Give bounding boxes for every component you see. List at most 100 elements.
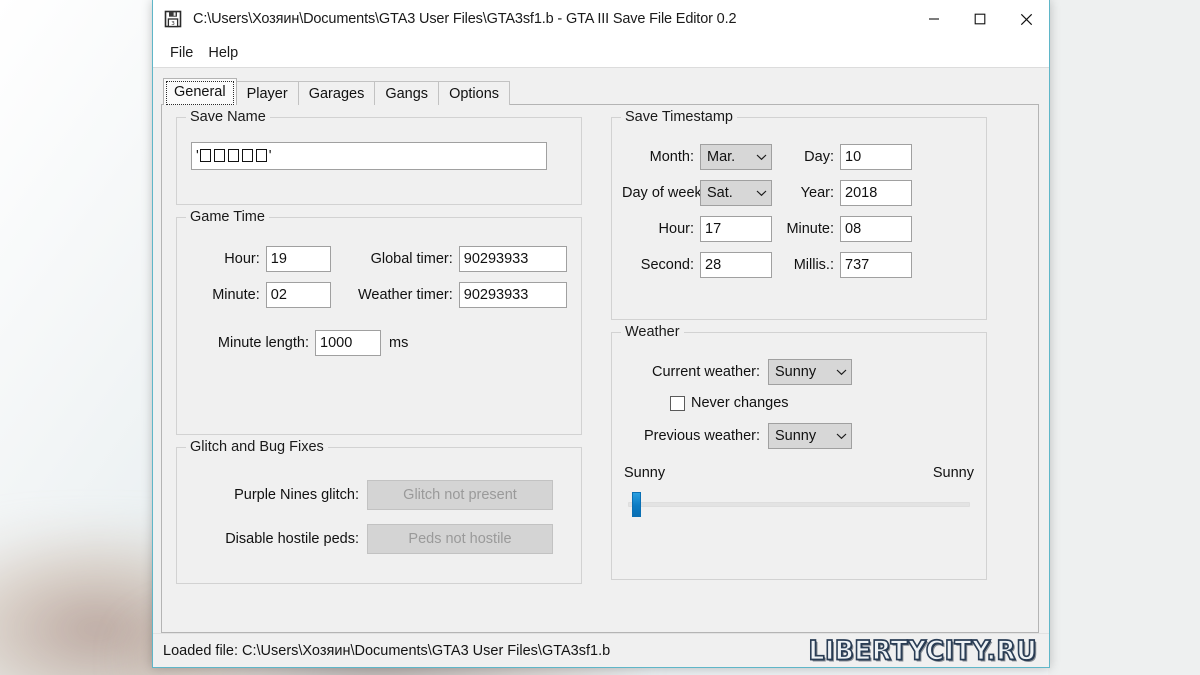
desktop-background-right <box>1048 0 1200 675</box>
tab-options[interactable]: Options <box>438 81 510 105</box>
tab-general[interactable]: General <box>163 78 237 105</box>
minute-length-input[interactable]: 1000 <box>315 330 381 356</box>
group-game-time-legend: Game Time <box>186 209 269 225</box>
current-weather-label: Current weather: <box>624 364 760 380</box>
window-title: C:\Users\Хозяин\Documents\GTA3 User File… <box>193 11 736 27</box>
day-input[interactable]: 10 <box>840 144 912 170</box>
second-input[interactable]: 28 <box>700 252 772 278</box>
group-weather-legend: Weather <box>621 324 684 340</box>
year-input[interactable]: 2018 <box>840 180 912 206</box>
weather-slider-thumb[interactable] <box>632 492 641 517</box>
group-save-name: Save Name '' <box>176 117 582 205</box>
timestamp-minute-label: Minute: <box>772 221 834 237</box>
day-of-week-label: Day of week: <box>622 185 694 201</box>
global-timer-input[interactable]: 90293933 <box>459 246 567 272</box>
close-button[interactable] <box>1003 0 1049 38</box>
libertycity-watermark: LIBERTYCITY.RU <box>809 635 1039 666</box>
timestamp-hour-input[interactable]: 17 <box>700 216 772 242</box>
group-save-name-legend: Save Name <box>186 109 270 125</box>
chevron-down-icon <box>836 432 847 440</box>
maximize-button[interactable] <box>957 0 1003 38</box>
current-weather-dropdown[interactable]: Sunny <box>768 359 852 385</box>
right-column: Save Timestamp Month: Mar. Day: 10 <box>611 117 987 618</box>
weather-timer-label: Weather timer: <box>345 287 453 303</box>
tab-garages-label: Garages <box>309 86 365 102</box>
floppy-disk-save-icon: 3 <box>162 8 184 30</box>
chevron-down-icon <box>836 368 847 376</box>
purple-nines-row: Purple Nines glitch: Glitch not present <box>191 480 567 510</box>
game-time-hour-input[interactable]: 19 <box>266 246 331 272</box>
month-label: Month: <box>622 149 694 165</box>
group-game-time: Game Time Hour: 19 Global timer: 9029393… <box>176 217 582 435</box>
title-bar: 3 C:\Users\Хозяин\Documents\GTA3 User Fi… <box>153 0 1049 38</box>
current-weather-value: Sunny <box>775 364 816 380</box>
previous-weather-row: Previous weather: Sunny <box>624 423 974 449</box>
chevron-down-icon <box>756 189 767 197</box>
tab-options-label: Options <box>449 86 499 102</box>
current-weather-row: Current weather: Sunny <box>624 359 974 385</box>
tab-area: General Player Garages Gangs Options <box>153 68 1049 105</box>
tab-page-general: Save Name '' Game Time Hour: 19 Gl <box>161 104 1039 633</box>
weather-slider-track[interactable] <box>628 502 970 507</box>
previous-weather-dropdown[interactable]: Sunny <box>768 423 852 449</box>
game-time-minute-label: Minute: <box>191 287 260 303</box>
menu-item-file[interactable]: File <box>163 42 200 64</box>
millis-input[interactable]: 737 <box>840 252 912 278</box>
millis-label: Millis.: <box>772 257 834 273</box>
global-timer-label: Global timer: <box>345 251 453 267</box>
year-label: Year: <box>794 185 834 201</box>
svg-text:3: 3 <box>171 21 175 27</box>
never-changes-checkbox[interactable] <box>670 396 685 411</box>
status-bar: Loaded file: C:\Users\Хозяин\Documents\G… <box>153 633 1049 667</box>
purple-nines-label: Purple Nines glitch: <box>191 487 359 503</box>
menu-bar: File Help <box>153 38 1049 68</box>
tab-general-label: General <box>174 84 226 100</box>
group-glitch-bug-fixes-legend: Glitch and Bug Fixes <box>186 439 328 455</box>
hostile-peds-label: Disable hostile peds: <box>191 531 359 547</box>
tab-player[interactable]: Player <box>236 81 299 105</box>
group-glitch-bug-fixes: Glitch and Bug Fixes Purple Nines glitch… <box>176 447 582 584</box>
timestamp-dow-year-row: Day of week: Sat. Year: 2018 <box>622 180 976 206</box>
left-column: Save Name '' Game Time Hour: 19 Gl <box>176 117 582 618</box>
timestamp-minute-input[interactable]: 08 <box>840 216 912 242</box>
weather-timer-input[interactable]: 90293933 <box>459 282 567 308</box>
minute-length-label: Minute length: <box>191 335 309 351</box>
chevron-down-icon <box>756 153 767 161</box>
window-controls <box>911 0 1049 38</box>
minute-length-row: Minute length: 1000 ms <box>191 330 567 356</box>
weather-slider[interactable] <box>624 489 974 519</box>
timestamp-second-millis-row: Second: 28 Millis.: 737 <box>622 252 976 278</box>
weather-slider-right-label: Sunny <box>933 465 974 481</box>
group-weather: Weather Current weather: Sunny Nev <box>611 332 987 580</box>
hostile-peds-button: Peds not hostile <box>367 524 553 554</box>
save-name-input[interactable]: '' <box>191 142 547 170</box>
game-time-minute-row: Minute: 02 Weather timer: 90293933 <box>191 282 567 308</box>
group-save-timestamp: Save Timestamp Month: Mar. Day: 10 <box>611 117 987 320</box>
never-changes-label: Never changes <box>691 395 789 411</box>
game-time-hour-label: Hour: <box>191 251 260 267</box>
day-of-week-dropdown[interactable]: Sat. <box>700 180 772 206</box>
game-time-hour-row: Hour: 19 Global timer: 90293933 <box>191 246 567 272</box>
previous-weather-value: Sunny <box>775 428 816 444</box>
tab-player-label: Player <box>247 86 288 102</box>
tab-garages[interactable]: Garages <box>298 81 376 105</box>
previous-weather-label: Previous weather: <box>624 428 760 444</box>
purple-nines-button: Glitch not present <box>367 480 553 510</box>
hostile-peds-row: Disable hostile peds: Peds not hostile <box>191 524 567 554</box>
minimize-button[interactable] <box>911 0 957 38</box>
tab-gangs-label: Gangs <box>385 86 428 102</box>
save-name-value: '' <box>196 149 272 164</box>
menu-item-help[interactable]: Help <box>201 42 245 64</box>
group-save-timestamp-legend: Save Timestamp <box>621 109 737 125</box>
tab-strip: General Player Garages Gangs Options <box>163 80 1039 105</box>
weather-slider-labels: Sunny Sunny <box>624 465 974 481</box>
timestamp-hour-minute-row: Hour: 17 Minute: 08 <box>622 216 976 242</box>
tab-gangs[interactable]: Gangs <box>374 81 439 105</box>
never-changes-row[interactable]: Never changes <box>670 395 974 411</box>
minute-length-unit: ms <box>389 335 408 351</box>
timestamp-month-day-row: Month: Mar. Day: 10 <box>622 144 976 170</box>
game-time-minute-input[interactable]: 02 <box>266 282 331 308</box>
application-window: 3 C:\Users\Хозяин\Documents\GTA3 User Fi… <box>152 0 1050 668</box>
month-dropdown[interactable]: Mar. <box>700 144 772 170</box>
day-of-week-value: Sat. <box>707 185 733 201</box>
